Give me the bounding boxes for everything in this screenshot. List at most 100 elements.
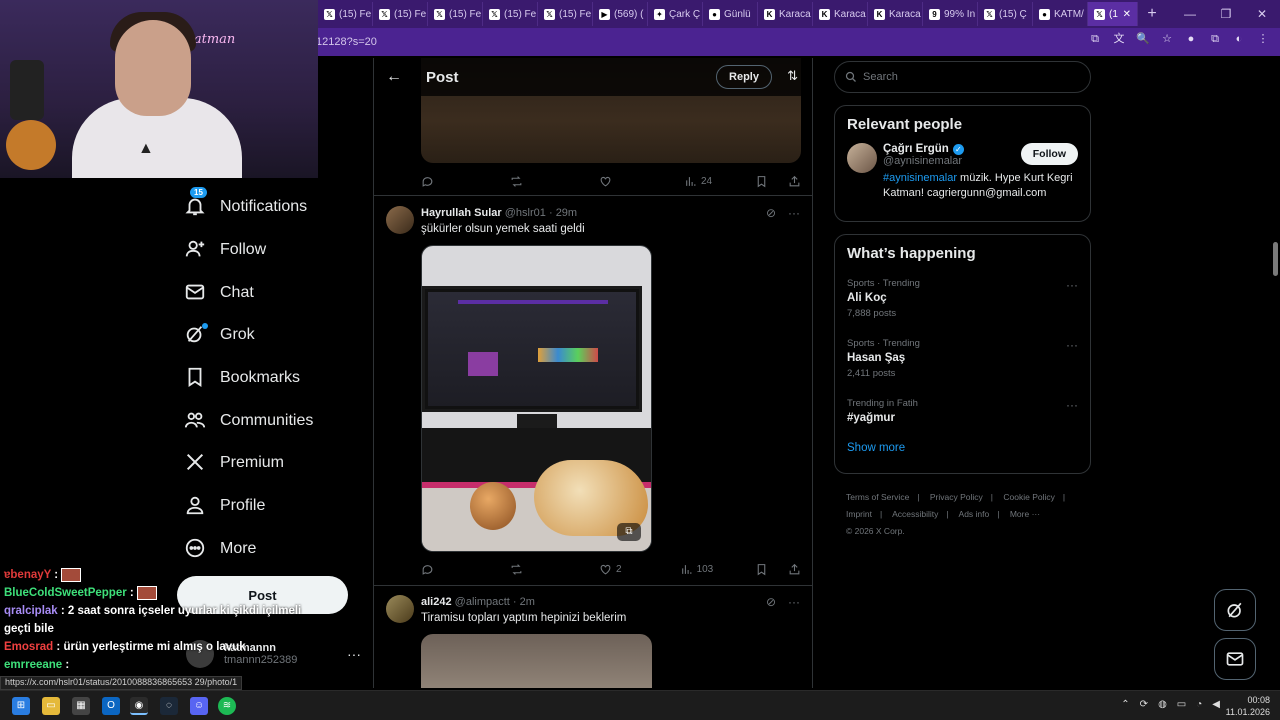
steam-icon[interactable]: ◌ <box>160 697 178 715</box>
sidebar-item-premium[interactable]: Premium <box>184 442 354 485</box>
extensions-puzzle-icon[interactable]: ⧉ <box>1208 32 1222 46</box>
tweet-time[interactable]: · 2m <box>513 596 535 608</box>
minimize-button[interactable]: — <box>1172 7 1208 21</box>
trend-item[interactable]: Sports · Trending Ali Koç 7,888 posts ··… <box>835 272 1090 332</box>
browser-tab[interactable]: 𝕏 (15) Fe <box>428 2 483 26</box>
more-dots-icon[interactable]: ··· <box>1066 278 1078 292</box>
browser-tab[interactable]: 𝕏 (15) Fe <box>373 2 428 26</box>
avatar[interactable] <box>847 143 877 173</box>
close-tab-icon[interactable]: ✕ <box>1123 9 1131 20</box>
browser-tab[interactable]: ▶ (569) ( <box>593 2 648 26</box>
sidebar-item-chat[interactable]: Chat <box>184 271 354 314</box>
accessibility-link[interactable]: Accessibility <box>892 509 938 519</box>
outlook-icon[interactable]: O <box>102 697 120 715</box>
sidebar-item-more[interactable]: More <box>184 528 354 571</box>
tweet-author-name[interactable]: Hayrullah Sular <box>421 207 502 219</box>
network-icon[interactable]: ◔ <box>1196 699 1202 710</box>
messages-floating-button[interactable] <box>1214 638 1256 680</box>
search-input[interactable]: Search <box>834 61 1091 93</box>
like-icon[interactable]: 2 <box>599 563 622 576</box>
display-icon[interactable]: ▭ <box>1177 699 1186 710</box>
scrollbar-thumb[interactable] <box>1273 242 1278 276</box>
volume-icon[interactable]: ◀ <box>1212 699 1220 710</box>
avatar[interactable] <box>386 206 414 234</box>
terms-link[interactable]: Terms of Service <box>846 492 909 502</box>
more-dots-icon[interactable]: ··· <box>347 646 361 662</box>
person-card[interactable]: Çağrı Ergün ✓ @aynisinemalar #aynisinema… <box>835 143 1090 211</box>
grok-icon[interactable]: ⊘ <box>766 206 776 220</box>
bookmark-star-icon[interactable]: ☆ <box>1160 32 1174 46</box>
zoom-icon[interactable]: 🔍 <box>1136 32 1150 46</box>
bookmark-icon[interactable] <box>755 563 768 576</box>
reply-icon[interactable] <box>421 563 438 576</box>
sync-icon[interactable]: ⟳ <box>1140 699 1148 710</box>
trend-item[interactable]: Trending in Fatih #yağmur ··· <box>835 392 1090 438</box>
follow-button[interactable]: Follow <box>1020 143 1078 165</box>
translate-icon[interactable]: 文 <box>1112 32 1126 46</box>
more-dots-icon[interactable]: ··· <box>788 206 800 220</box>
imprint-link[interactable]: Imprint <box>846 509 872 519</box>
spotify-icon[interactable]: ≋ <box>218 697 236 715</box>
browser-tab[interactable]: K Karaca <box>868 2 923 26</box>
browser-tab[interactable]: 𝕏 (15) Fe <box>538 2 593 26</box>
close-window-button[interactable]: ✕ <box>1244 7 1280 21</box>
privacy-link[interactable]: Privacy Policy <box>930 492 983 502</box>
profile-avatar-icon[interactable]: ◐ <box>1232 32 1246 46</box>
sidebar-item-notifications[interactable]: 15 Notifications <box>184 186 354 229</box>
browser-tab[interactable]: 𝕏 (15) Fe <box>483 2 538 26</box>
tweet-author-name[interactable]: ali242 <box>421 596 452 608</box>
adjust-icon[interactable]: ⇅ <box>787 68 798 84</box>
new-tab-button[interactable]: + <box>1138 5 1166 23</box>
tweet-time[interactable]: · 29m <box>549 207 577 219</box>
browser-tab[interactable]: 𝕏 (15) Fe <box>318 2 373 26</box>
sidebar-item-grok[interactable]: Grok <box>184 314 354 357</box>
grok-icon[interactable]: ⊘ <box>766 595 776 609</box>
sidebar-item-profile[interactable]: Profile <box>184 485 354 528</box>
bookmark-icon[interactable] <box>755 175 768 188</box>
retweet-icon[interactable] <box>510 175 527 188</box>
tweet-author-handle[interactable]: @alimpactt <box>455 596 510 608</box>
tab-active[interactable]: 𝕏 (1 ✕ <box>1088 2 1138 26</box>
install-app-icon[interactable]: ⧉ <box>1088 32 1102 46</box>
reply-button[interactable]: Reply <box>716 65 772 89</box>
views-icon[interactable]: 103 <box>680 563 713 576</box>
browser-tab[interactable]: K Karaca <box>758 2 813 26</box>
reply-icon[interactable] <box>421 175 438 188</box>
more-link[interactable]: More ··· <box>1010 509 1040 519</box>
file-explorer-icon[interactable]: ▭ <box>42 697 60 715</box>
discord-icon[interactable]: ☺ <box>190 697 208 715</box>
browser-tab[interactable]: ✦ Çark Ç <box>648 2 703 26</box>
more-dots-icon[interactable]: ··· <box>1066 338 1078 352</box>
person-name[interactable]: Çağrı Ergün <box>883 143 949 155</box>
tweet-photo[interactable]: ⧉ <box>421 245 652 552</box>
tweet-photo[interactable] <box>421 634 652 688</box>
browser-tab[interactable]: ● KATM/ <box>1033 2 1088 26</box>
like-icon[interactable] <box>599 175 616 188</box>
browser-tab[interactable]: ● Günlü <box>703 2 758 26</box>
browser-menu-icon[interactable]: ⋮ <box>1256 32 1270 46</box>
cookie-link[interactable]: Cookie Policy <box>1003 492 1055 502</box>
show-more-link[interactable]: Show more <box>835 438 1090 466</box>
maximize-button[interactable]: ❐ <box>1208 7 1244 21</box>
extension-icon[interactable]: ● <box>1184 32 1198 46</box>
sidebar-item-communities[interactable]: Communities <box>184 399 354 442</box>
ads-info-link[interactable]: Ads info <box>959 509 990 519</box>
share-icon[interactable] <box>788 563 801 576</box>
views-icon[interactable]: 24 <box>684 175 712 188</box>
avatar[interactable] <box>386 595 414 623</box>
more-dots-icon[interactable]: ··· <box>1066 398 1078 412</box>
tweet-author-handle[interactable]: @hslr01 <box>505 207 546 219</box>
tray-chevron-icon[interactable]: ⌃ <box>1121 699 1129 710</box>
browser-tab[interactable]: 9 99% In <box>923 2 978 26</box>
share-icon[interactable] <box>788 175 801 188</box>
sidebar-item-bookmarks[interactable]: Bookmarks <box>184 357 354 400</box>
browser-tab[interactable]: 𝕏 (15) Ç <box>978 2 1033 26</box>
microphone-icon[interactable]: ◍ <box>1158 699 1167 710</box>
back-arrow-icon[interactable]: ← <box>374 68 414 86</box>
scrollbar[interactable] <box>1270 58 1280 688</box>
sidebar-item-follow[interactable]: Follow <box>184 229 354 272</box>
browser-tab[interactable]: K Karaca <box>813 2 868 26</box>
chrome-icon[interactable]: ◉ <box>130 697 148 715</box>
trend-item[interactable]: Sports · Trending Hasan Şaş 2,411 posts … <box>835 332 1090 392</box>
retweet-icon[interactable] <box>510 563 527 576</box>
